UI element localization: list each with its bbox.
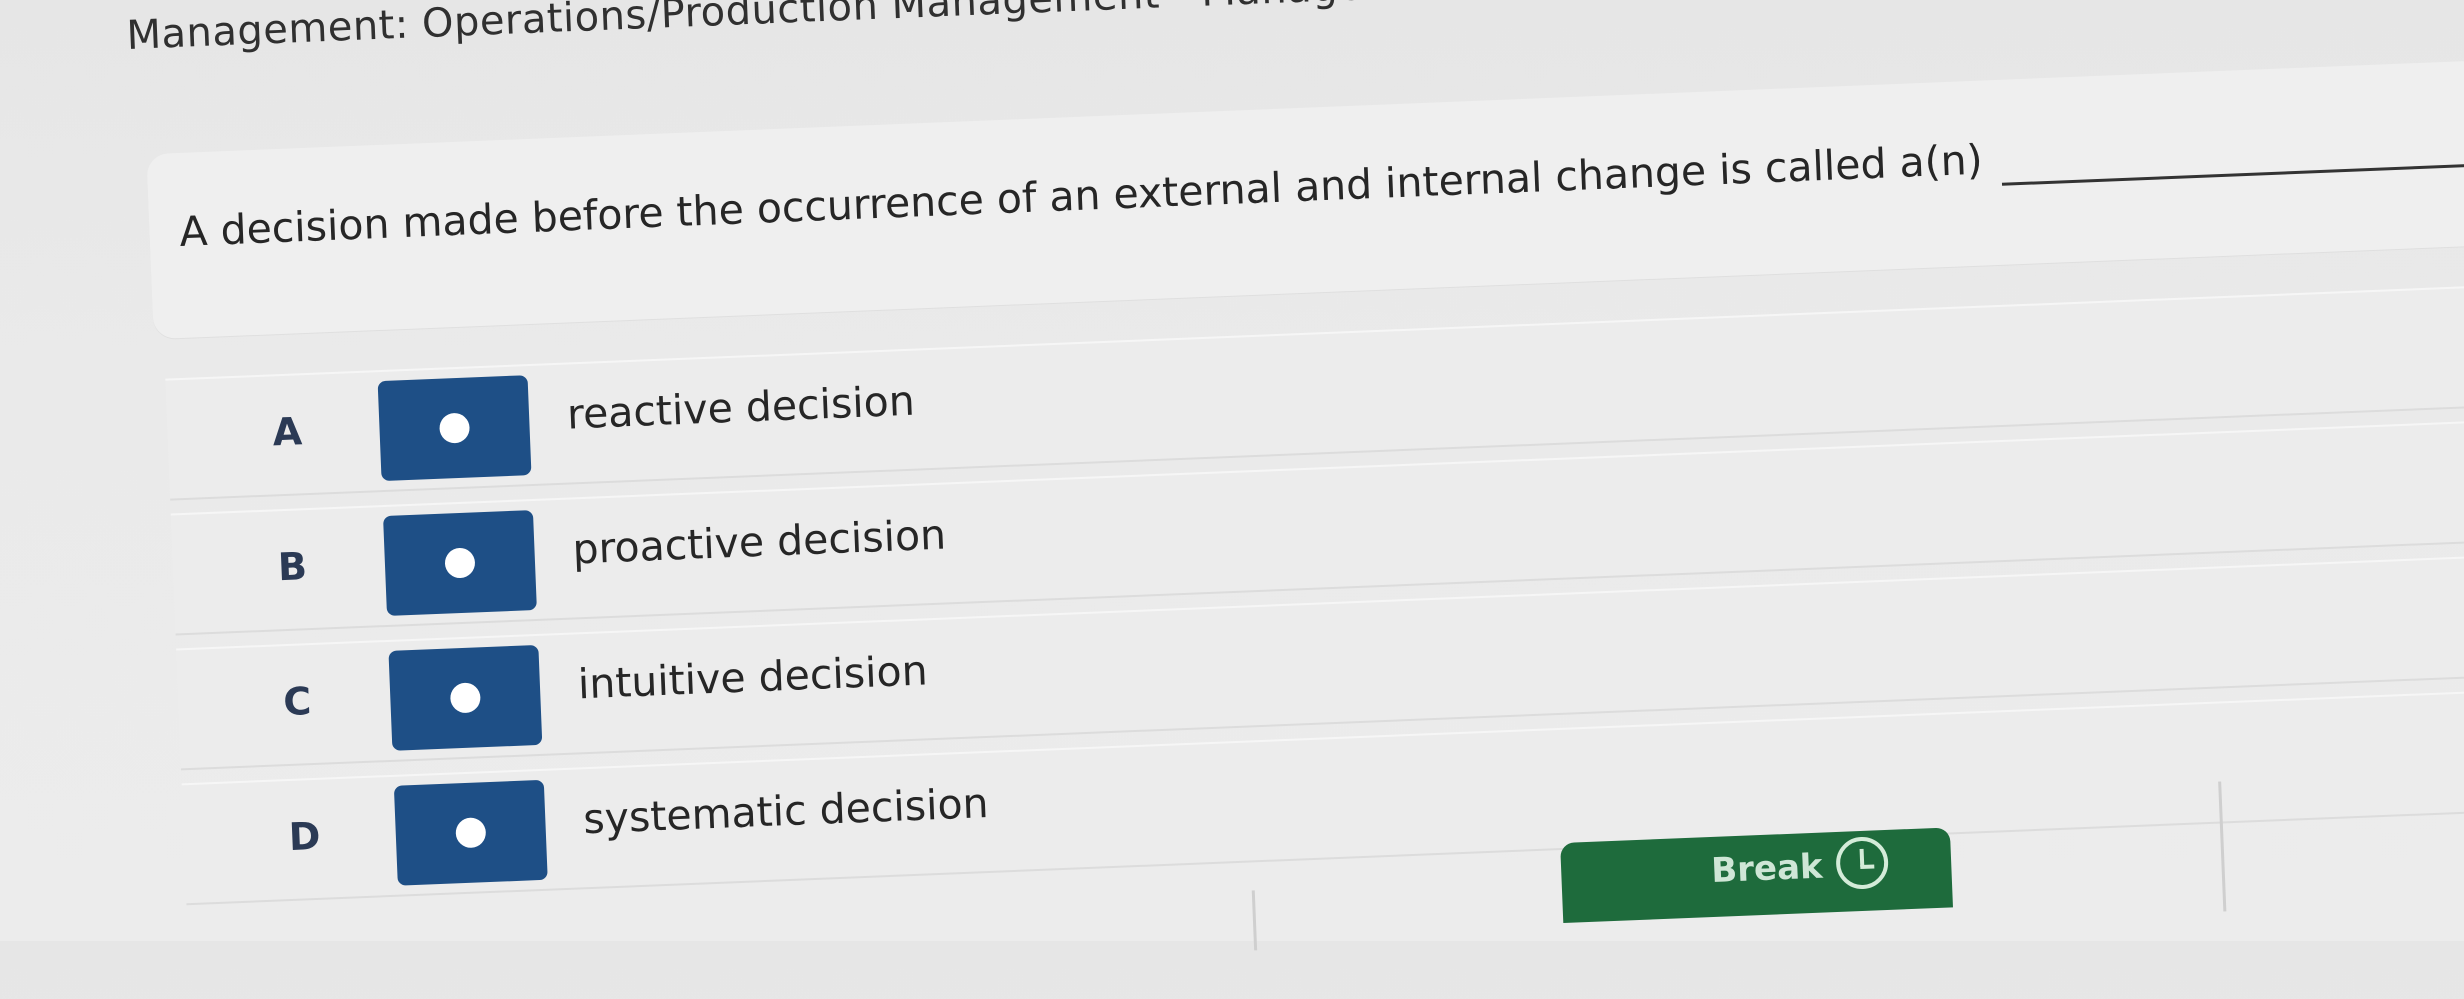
question-text: A decision made before the occurrence of… — [178, 135, 1984, 256]
radio-button-b[interactable] — [383, 510, 537, 616]
answer-blank — [1999, 107, 2464, 186]
option-letter: B — [277, 544, 308, 590]
breadcrumb: Management: Operations/Production Manage… — [125, 0, 1404, 59]
option-letter: A — [271, 409, 303, 455]
option-label: proactive decision — [571, 510, 947, 574]
question-card: A decision made before the occurrence of… — [146, 60, 2464, 340]
radio-button-c[interactable] — [388, 644, 543, 751]
option-letter: D — [287, 813, 322, 860]
quiz-stage: Management: Operations/Production Manage… — [0, 0, 2464, 951]
option-label: systematic decision — [582, 778, 990, 844]
break-button[interactable]: Break — [1560, 827, 1953, 924]
clock-icon — [1835, 835, 1890, 890]
question-prompt: A decision made before the occurrence of… — [178, 107, 2464, 259]
option-letter: C — [282, 679, 313, 725]
option-label: reactive decision — [566, 376, 916, 439]
radio-button-d[interactable] — [393, 779, 548, 886]
radio-button-a[interactable] — [377, 375, 532, 482]
option-label: intuitive decision — [576, 646, 929, 709]
radio-dot — [444, 547, 476, 579]
radio-dot — [455, 817, 487, 849]
radio-dot — [438, 412, 471, 444]
break-label: Break — [1710, 846, 1824, 892]
divider — [1251, 890, 1258, 951]
radio-dot — [449, 682, 481, 714]
